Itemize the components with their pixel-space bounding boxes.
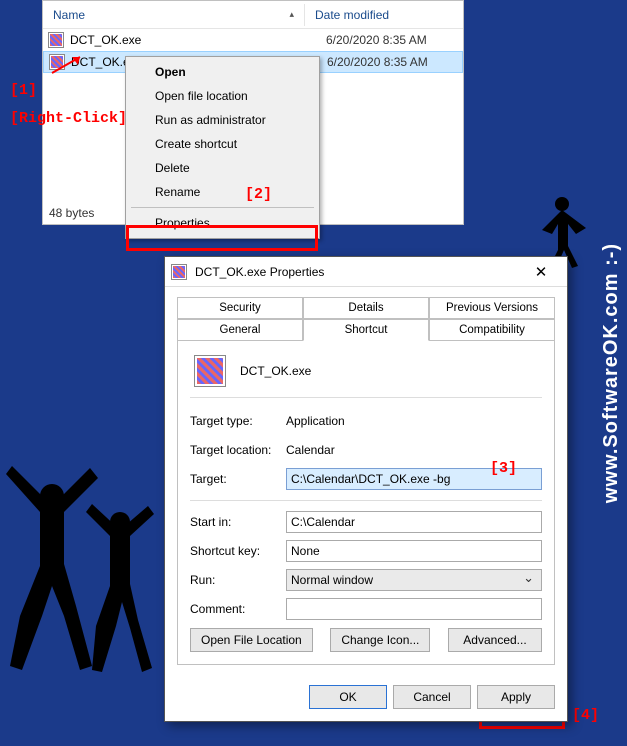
ctx-item-run-admin[interactable]: Run as administrator [129, 108, 316, 132]
annotation-1: [1] [10, 82, 37, 99]
exe-file-icon [48, 32, 64, 48]
label-target: Target: [190, 472, 286, 486]
ctx-item-create-shortcut[interactable]: Create shortcut [129, 132, 316, 156]
explorer-header: Name ▴ Date modified [43, 1, 463, 29]
label-comment: Comment: [190, 602, 286, 616]
properties-dialog: DCT_OK.exe Properties ✕ Security Details… [164, 256, 568, 722]
change-icon-button[interactable]: Change Icon... [330, 628, 430, 652]
label-start-in: Start in: [190, 515, 286, 529]
ok-button[interactable]: OK [309, 685, 387, 709]
sort-indicator-icon: ▴ [289, 9, 294, 20]
column-header-date[interactable]: Date modified [305, 4, 463, 26]
ctx-item-open-location[interactable]: Open file location [129, 84, 316, 108]
comment-input[interactable] [286, 598, 542, 620]
value-target-location: Calendar [286, 443, 542, 457]
close-icon: ✕ [535, 263, 548, 281]
ctx-item-delete[interactable]: Delete [129, 156, 316, 180]
status-bar-text: 48 bytes [49, 206, 94, 220]
run-select[interactable] [286, 569, 542, 591]
menu-separator [131, 207, 314, 208]
column-header-name[interactable]: Name ▴ [43, 4, 305, 26]
ctx-item-rename[interactable]: Rename [129, 180, 316, 204]
label-shortcut-key: Shortcut key: [190, 544, 286, 558]
dialog-footer: OK Cancel Apply [165, 675, 567, 721]
tab-previous-versions[interactable]: Previous Versions [429, 297, 555, 319]
open-file-location-button[interactable]: Open File Location [190, 628, 313, 652]
column-label: Date modified [315, 8, 389, 22]
annotation-2: [2] [245, 186, 272, 203]
tab-details[interactable]: Details [303, 297, 429, 319]
column-label: Name [53, 8, 85, 22]
shortcut-name: DCT_OK.exe [240, 364, 311, 378]
tab-compatibility[interactable]: Compatibility [429, 319, 555, 341]
dialog-titlebar[interactable]: DCT_OK.exe Properties ✕ [165, 257, 567, 287]
highlight-box-properties [126, 225, 318, 251]
cancel-button[interactable]: Cancel [393, 685, 471, 709]
ctx-item-open[interactable]: Open [129, 60, 316, 84]
tab-content-shortcut: DCT_OK.exe Target type: Application Targ… [177, 340, 555, 665]
shortcut-key-input[interactable] [286, 540, 542, 562]
annotation-arrow-icon [50, 55, 86, 75]
dialog-title-icon [171, 264, 187, 280]
shield-icon [133, 112, 149, 128]
close-button[interactable]: ✕ [521, 260, 561, 284]
annotation-rightclick: [Right-Click] [10, 110, 127, 127]
tab-general[interactable]: General [177, 319, 303, 341]
tab-strip: Security Details Previous Versions Gener… [177, 297, 555, 341]
label-target-type: Target type: [190, 414, 286, 428]
file-date: 6/20/2020 8:35 AM [327, 55, 462, 69]
shortcut-large-icon [194, 355, 226, 387]
file-name: DCT_OK.exe [70, 33, 326, 47]
label-target-location: Target location: [190, 443, 286, 457]
value-target-type: Application [286, 414, 542, 428]
file-date: 6/20/2020 8:35 AM [326, 33, 463, 47]
label-run: Run: [190, 573, 286, 587]
watermark-text: www.SoftwareOK.com :-) [600, 243, 623, 503]
tab-security[interactable]: Security [177, 297, 303, 319]
apply-button[interactable]: Apply [477, 685, 555, 709]
file-row[interactable]: DCT_OK.exe 6/20/2020 8:35 AM [43, 29, 463, 51]
decorative-figure [2, 456, 162, 676]
annotation-3: [3] [490, 460, 517, 477]
tab-shortcut[interactable]: Shortcut [303, 319, 429, 341]
advanced-button[interactable]: Advanced... [448, 628, 542, 652]
annotation-4: [4] [572, 707, 599, 724]
dialog-title: DCT_OK.exe Properties [195, 265, 521, 279]
context-menu: Open Open file location Run as administr… [125, 56, 320, 239]
start-in-input[interactable] [286, 511, 542, 533]
